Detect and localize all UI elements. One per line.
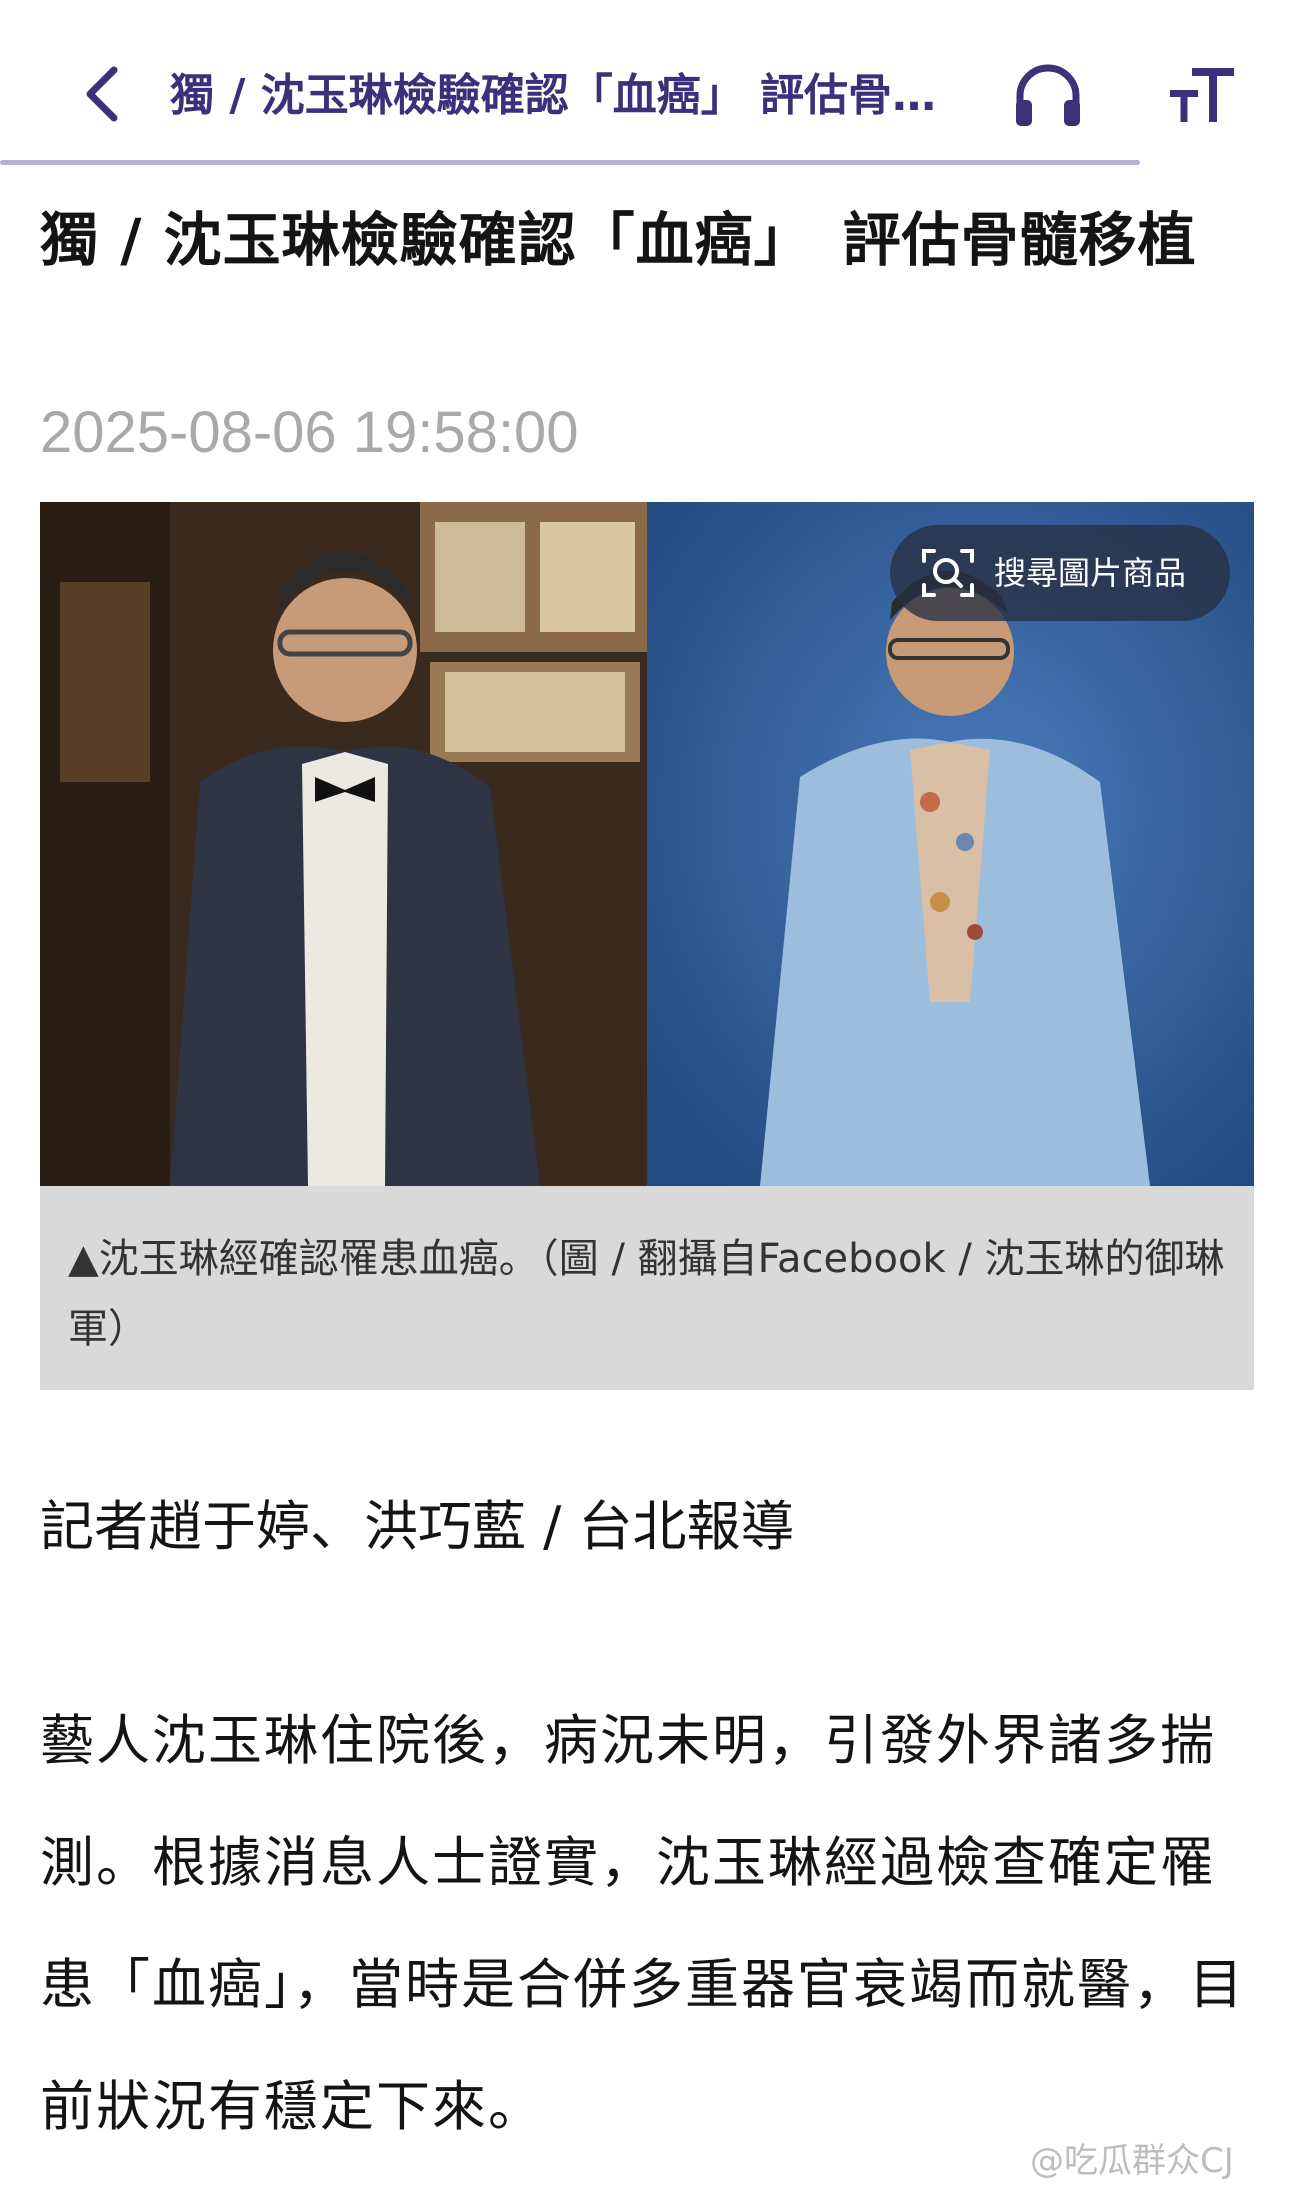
nav-title: 獨 / 沈玉琳檢驗確認「血癌」 評估骨髓移植 xyxy=(170,70,950,121)
search-image-products-button[interactable]: 搜尋圖片商品 xyxy=(890,525,1230,621)
article-byline: 記者趙于婷、洪巧藍 / 台北報導 xyxy=(40,1495,795,1558)
nav-divider xyxy=(0,160,1140,165)
image-search-icon xyxy=(922,549,974,597)
font-size-button[interactable] xyxy=(1168,60,1238,130)
search-image-label: 搜尋圖片商品 xyxy=(994,554,1187,592)
photo-caption: ▲沈玉琳經確認罹患血癌。（圖 / 翻攝自Facebook / 沈玉琳的御琳軍） xyxy=(40,1186,1254,1390)
chevron-left-icon xyxy=(86,66,118,122)
article-timestamp: 2025-08-06 19:58:00 xyxy=(40,400,579,465)
article-paragraph: 藝人沈玉琳住院後，病況未明，引發外界諸多揣測。根據消息人士證實，沈玉琳經過檢查確… xyxy=(40,1709,1245,2138)
text-size-icon xyxy=(1170,68,1234,122)
listen-button[interactable] xyxy=(1012,60,1084,132)
article-headline: 獨 / 沈玉琳檢驗確認「血癌」 評估骨髓移植 xyxy=(40,206,1197,274)
top-nav-bar: 獨 / 沈玉琳檢驗確認「血癌」 評估骨髓移植 xyxy=(0,0,1290,166)
headphones-icon xyxy=(1016,64,1080,126)
back-button[interactable] xyxy=(78,62,128,126)
watermark: @吃瓜群众CJ xyxy=(1030,2141,1234,2181)
